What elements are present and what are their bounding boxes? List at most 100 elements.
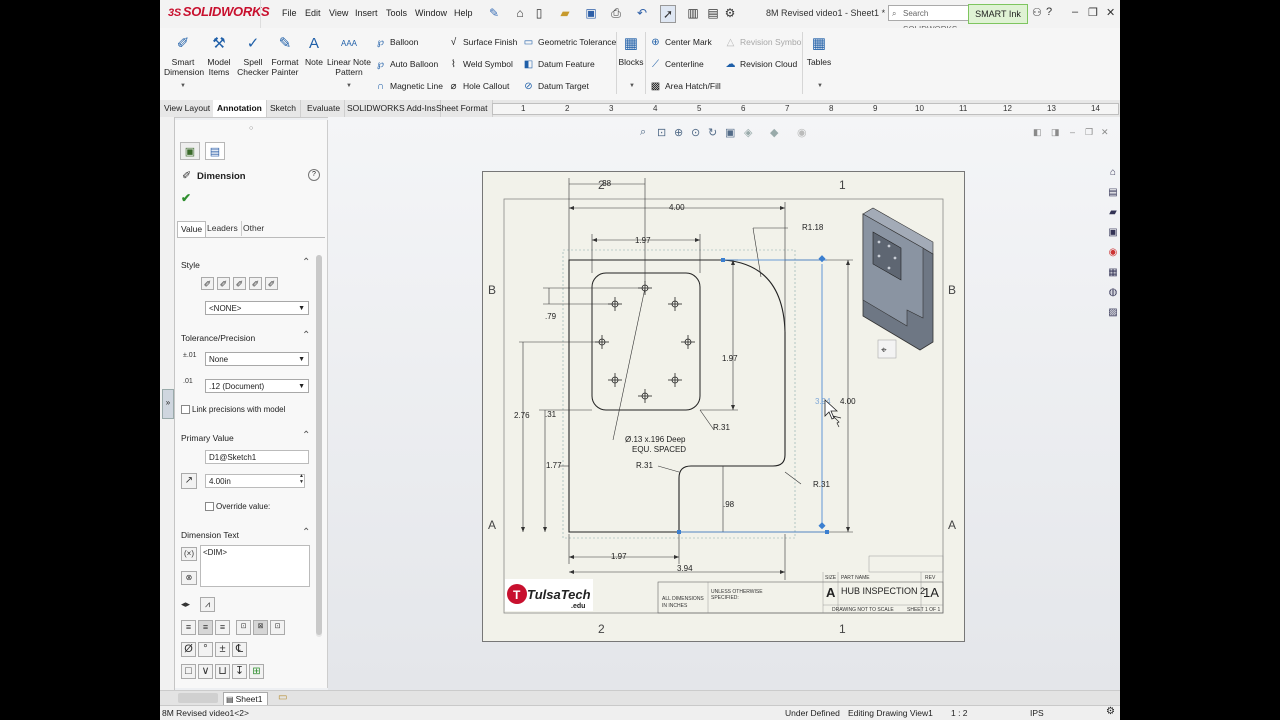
solidworks-logo[interactable]: 3S SOLIDWORKS	[168, 4, 270, 19]
more-symbols-icon[interactable]: ⊞	[249, 664, 264, 679]
dim-text[interactable]: 2.76	[514, 411, 530, 420]
ok-check-button[interactable]: ✔	[181, 191, 191, 205]
justify-left-icon[interactable]: ◂▸	[181, 599, 190, 610]
select-pointer-icon[interactable]: ➚	[660, 5, 676, 23]
dim-text[interactable]: 1.77	[546, 461, 562, 470]
feature-manager-tab[interactable]: ▣	[180, 142, 200, 160]
minimize-icon[interactable]: –	[1072, 6, 1078, 18]
custom-properties-icon[interactable]: ◍	[1106, 285, 1120, 301]
counterbore-symbol-icon[interactable]: ⊔	[215, 664, 230, 679]
datum-target-button[interactable]: ⊘ Datum Target	[522, 79, 589, 93]
square-symbol-icon[interactable]: □	[181, 664, 196, 679]
text-above-icon[interactable]: ⊡	[236, 620, 251, 635]
home-icon[interactable]: ⌂	[513, 5, 527, 21]
geometric-tolerance-button[interactable]: ▭ Geometric Tolerance	[522, 35, 617, 49]
blocks-button[interactable]: ▦ Blocks	[618, 34, 644, 67]
plus-minus-symbol-icon[interactable]: ±	[215, 642, 230, 657]
text-below-icon[interactable]: ⊡	[270, 620, 285, 635]
save-icon[interactable]: ▣	[584, 5, 598, 21]
revision-symbol-button[interactable]: △ Revision Symbol	[724, 35, 804, 49]
note-pattern-dropdown-icon[interactable]: ▼	[346, 83, 352, 89]
status-options-icon[interactable]: ⚙	[1106, 706, 1115, 717]
design-library-icon[interactable]: ▰	[1106, 205, 1120, 221]
dim-text[interactable]: R.31	[813, 480, 830, 489]
dimension-text-section-header[interactable]: Dimension Text	[181, 530, 311, 540]
inspection-dimension-icon[interactable]: ⊗	[181, 571, 197, 585]
zoom-selection-icon[interactable]: ⊙	[691, 126, 700, 139]
add-sheet-icon[interactable]: ▭	[278, 692, 287, 703]
menu-help[interactable]: Help	[454, 8, 473, 18]
dim-text[interactable]: R1.18	[802, 223, 824, 232]
collapse-chevron-icon[interactable]: ⌃	[302, 330, 310, 341]
zoom-icon[interactable]: ⊕	[674, 126, 683, 139]
linear-note-pattern-button[interactable]: AAA Linear Note Pattern	[327, 34, 371, 77]
dim-text[interactable]: 4.00	[669, 203, 685, 212]
dim-text[interactable]: R.31	[713, 423, 730, 432]
restore-icon[interactable]: ❐	[1088, 6, 1098, 19]
weld-symbol-button[interactable]: ⌇ Weld Symbol	[447, 57, 513, 71]
align-left-icon[interactable]: ≡	[181, 620, 196, 635]
view-palette-icon[interactable]: ▦	[1106, 265, 1120, 281]
tab-sheet-format[interactable]: Sheet Format	[432, 100, 493, 117]
dimension-name-field[interactable]: D1@Sketch1	[205, 450, 309, 464]
datum-feature-button[interactable]: ◧ Datum Feature	[522, 57, 595, 71]
countersink-symbol-icon[interactable]: ∨	[198, 664, 213, 679]
model-items-button[interactable]: ⚒ Model Items	[204, 34, 234, 77]
viewport-restore-icon[interactable]: ❐	[1085, 127, 1093, 138]
user-icon[interactable]: ⚇	[1032, 6, 1042, 19]
undo-icon[interactable]: ↶	[635, 5, 649, 21]
part-outline[interactable]	[568, 259, 786, 533]
options-gear-icon[interactable]: ⚙	[723, 5, 737, 21]
dim-text[interactable]: 1.97	[611, 552, 627, 561]
center-mark-button[interactable]: ⊕ Center Mark	[649, 35, 711, 49]
spell-checker-button[interactable]: ✓ Spell Checker	[237, 34, 269, 77]
dim-text[interactable]: 1.97	[635, 236, 651, 245]
menu-file[interactable]: File	[282, 8, 297, 18]
file-explorer-icon[interactable]: ▣	[1106, 225, 1120, 241]
zoom-to-fit-icon[interactable]: ⌕	[640, 126, 646, 139]
appearances-icon[interactable]: ◉	[1106, 245, 1120, 261]
smart-dimension-dropdown-icon[interactable]: ▼	[180, 83, 186, 89]
revision-cloud-button[interactable]: ☁ Revision Cloud	[724, 57, 798, 71]
pin-icon[interactable]: ✎	[487, 5, 501, 21]
dim-text[interactable]: .79	[545, 312, 557, 321]
dim-text[interactable]: 1.97	[722, 354, 738, 363]
expand-panel-icon[interactable]: »	[162, 389, 174, 419]
panel-grip-icon[interactable]: ○	[249, 125, 253, 132]
primary-value-section-header[interactable]: Primary Value	[181, 433, 311, 443]
tab-evaluate[interactable]: Evaluate	[303, 100, 346, 117]
dimension-text-box[interactable]: <DIM>	[200, 545, 310, 587]
home-icon[interactable]: ⌂	[1106, 165, 1120, 181]
tab-solidworks-add-ins[interactable]: SOLIDWORKS Add-Ins	[343, 100, 441, 117]
menu-window[interactable]: Window	[415, 8, 447, 18]
value-spinner-icon[interactable]: ▲ ▼	[299, 473, 304, 485]
precision-dropdown[interactable]: .12 (Document) ▼	[205, 379, 309, 393]
subtab-leaders[interactable]: Leaders	[204, 221, 242, 236]
viewport-tile-icon[interactable]: ◧	[1033, 127, 1042, 138]
pocket-outline[interactable]	[591, 272, 701, 411]
style-save-icon[interactable]: ✐	[265, 277, 278, 290]
align-center-icon[interactable]: ≡	[198, 620, 213, 635]
dim-text[interactable]: 4.00	[840, 397, 856, 406]
dim-text[interactable]: .38	[600, 179, 612, 188]
tab-sketch[interactable]: Sketch	[266, 100, 301, 117]
tab-view-layout[interactable]: View Layout	[160, 100, 216, 117]
override-value-checkbox[interactable]	[205, 502, 214, 511]
style-update-icon[interactable]: ✐	[233, 277, 246, 290]
open-folder-icon[interactable]: ▰	[558, 5, 572, 21]
diameter-symbol-icon[interactable]: Ø	[181, 642, 196, 657]
style-apply-icon[interactable]: ✐	[201, 277, 214, 290]
forum-icon[interactable]: ▨	[1106, 305, 1120, 321]
rebuild-icon[interactable]: ▥	[686, 5, 700, 21]
area-hatch-button[interactable]: ▩ Area Hatch/Fill	[649, 79, 721, 93]
link-precisions-checkbox[interactable]	[181, 405, 190, 414]
format-painter-button[interactable]: ✎ Format Painter	[270, 34, 300, 77]
file-properties-icon[interactable]: ▤	[706, 5, 720, 21]
search-input[interactable]: ⌕Search SOLIDWORKS	[888, 5, 970, 34]
sheet-scroll-arrows[interactable]	[178, 693, 218, 703]
text-middle-icon[interactable]: ⊠	[253, 620, 268, 635]
dim-text[interactable]: .31	[545, 410, 557, 419]
help-icon[interactable]: ?	[308, 169, 320, 181]
status-scale[interactable]: 1 : 2	[951, 708, 968, 718]
smart-dimension-button[interactable]: ✐ Smart Dimension	[164, 34, 204, 77]
